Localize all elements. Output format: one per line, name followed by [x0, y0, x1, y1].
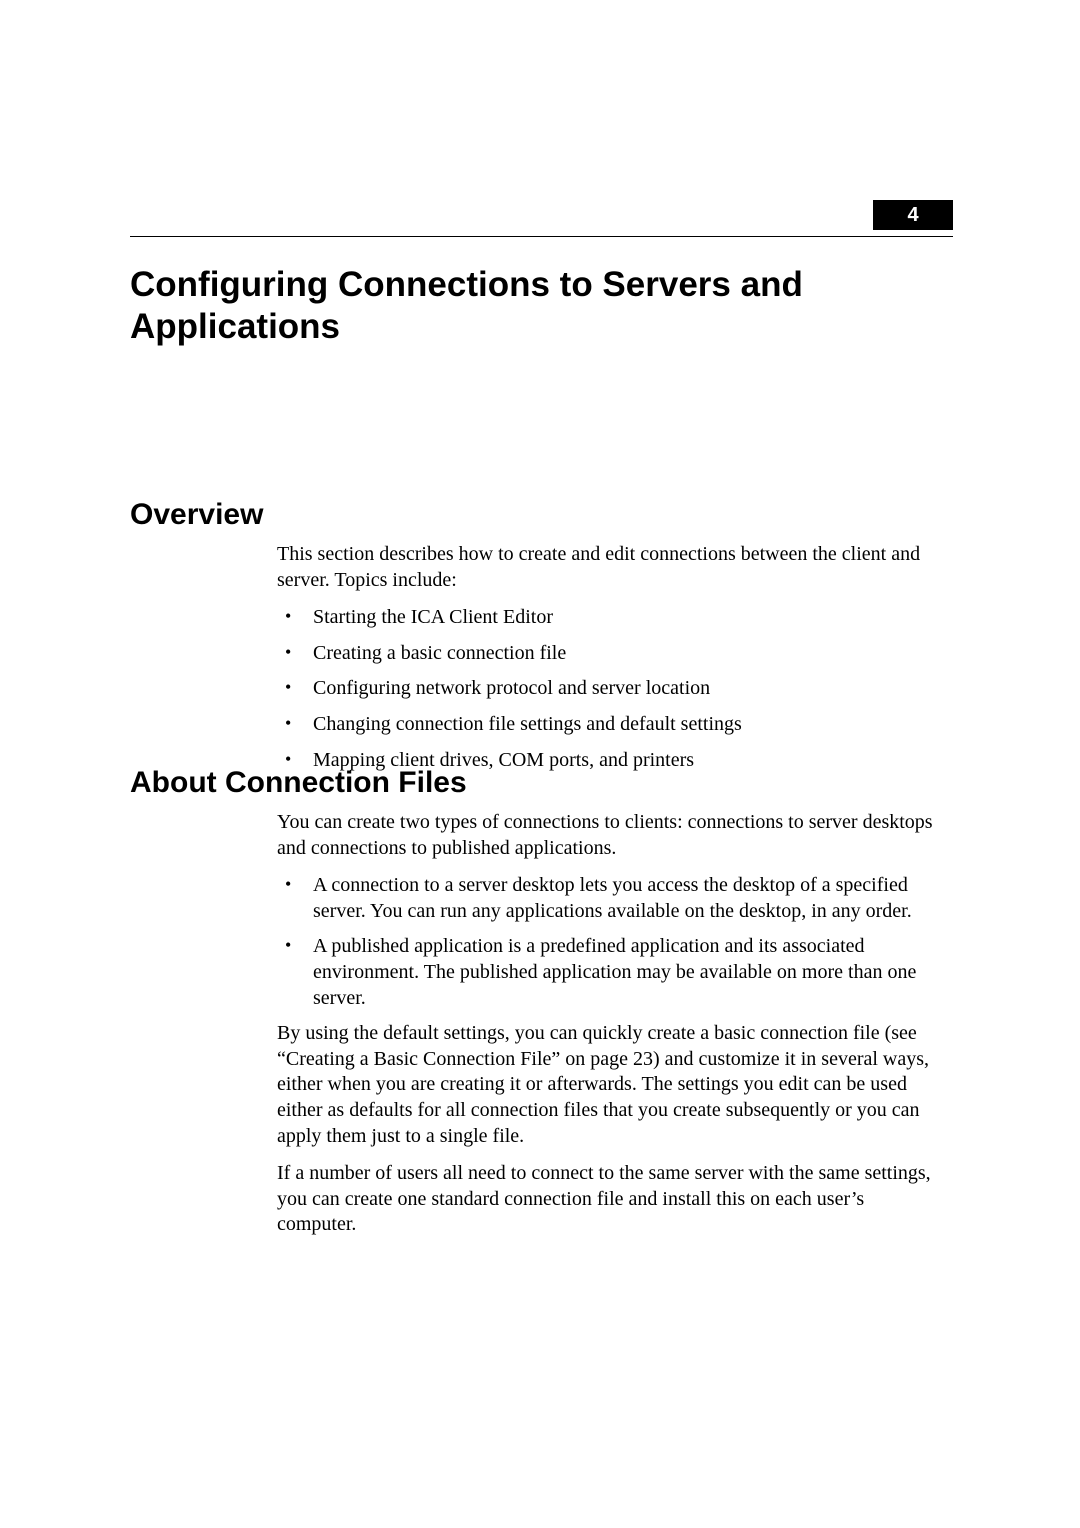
- about-bullets: A connection to a server desktop lets yo…: [277, 873, 940, 1011]
- about-body: You can create two types of connections …: [277, 810, 940, 1250]
- about-heading: About Connection Files: [130, 766, 953, 800]
- bullet-text: Changing connection file settings and de…: [313, 713, 742, 735]
- bullet-text: A connection to a server desktop lets yo…: [313, 874, 912, 922]
- about-intro: You can create two types of connections …: [277, 810, 940, 861]
- page: 4 Configuring Connections to Servers and…: [0, 0, 1080, 1528]
- bullet-text: A published application is a predefined …: [313, 935, 916, 1008]
- overview-intro: This section describes how to create and…: [277, 542, 940, 593]
- list-item: A connection to a server desktop lets yo…: [305, 873, 940, 924]
- top-rule: [130, 236, 953, 237]
- overview-heading: Overview: [130, 498, 953, 532]
- chapter-title: Configuring Connections to Servers and A…: [130, 264, 953, 348]
- overview-body: This section describes how to create and…: [277, 542, 940, 783]
- about-para-2: If a number of users all need to connect…: [277, 1161, 940, 1238]
- list-item: Starting the ICA Client Editor: [305, 605, 940, 631]
- list-item: Changing connection file settings and de…: [305, 712, 940, 738]
- overview-bullets: Starting the ICA Client Editor Creating …: [277, 605, 940, 773]
- list-item: Creating a basic connection file: [305, 641, 940, 667]
- list-item: Configuring network protocol and server …: [305, 676, 940, 702]
- list-item: A published application is a predefined …: [305, 934, 940, 1011]
- chapter-number-box: 4: [873, 200, 953, 230]
- chapter-number: 4: [907, 204, 918, 226]
- bullet-text: Configuring network protocol and server …: [313, 677, 710, 699]
- bullet-text: Creating a basic connection file: [313, 642, 566, 664]
- bullet-text: Starting the ICA Client Editor: [313, 606, 553, 628]
- about-para-1: By using the default settings, you can q…: [277, 1021, 940, 1149]
